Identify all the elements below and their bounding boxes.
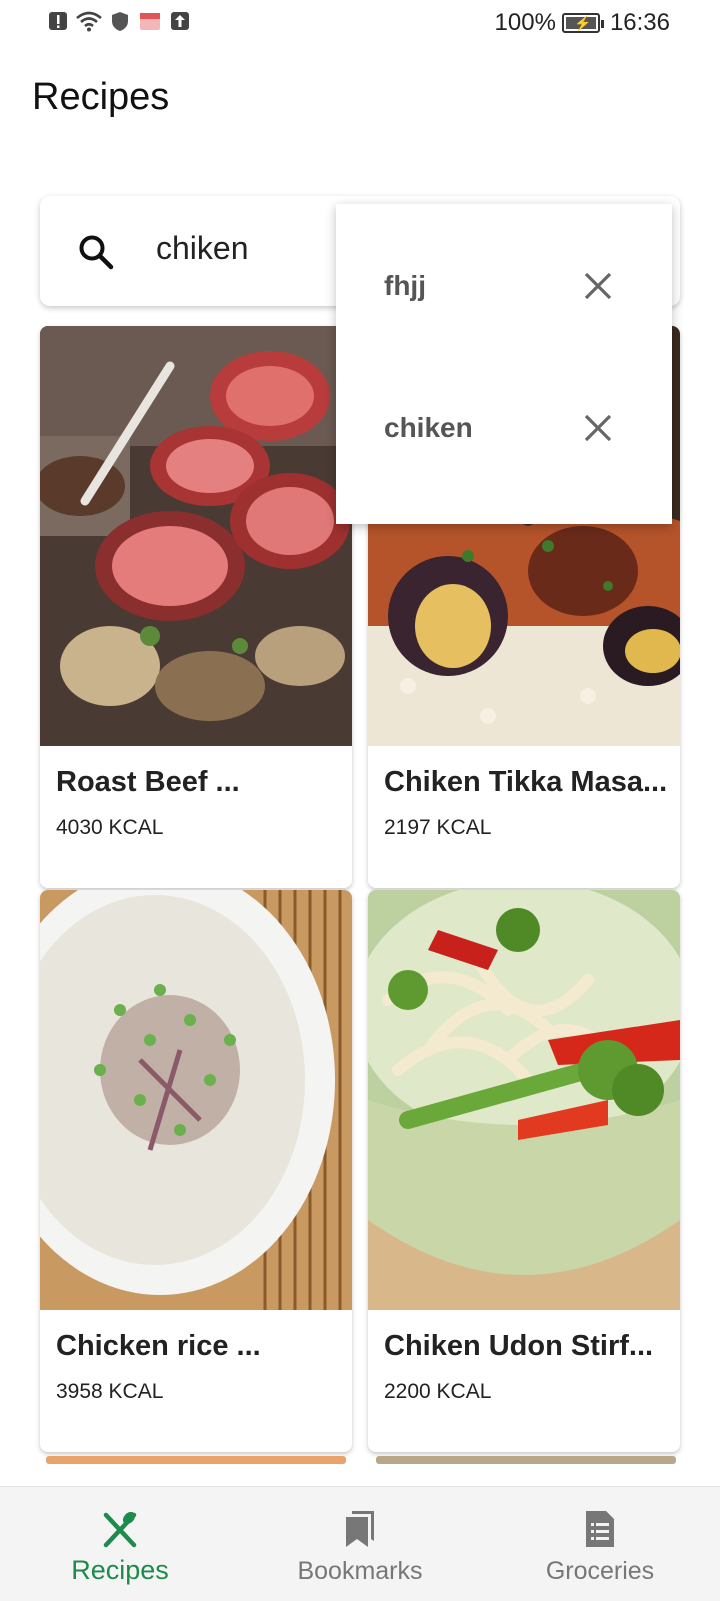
nav-groceries[interactable]: Groceries: [480, 1487, 720, 1601]
suggestion-item[interactable]: fhjj: [336, 248, 672, 328]
recipe-card-peek: [46, 1456, 346, 1464]
bottom-navigation: Recipes Bookmarks Groceries: [0, 1486, 720, 1601]
recipe-card-peek: [376, 1456, 676, 1464]
nav-label: Recipes: [71, 1555, 169, 1585]
bookmarks-icon: [346, 1511, 374, 1547]
recipe-name: Roast Beef ...: [56, 766, 240, 798]
close-icon[interactable]: [582, 412, 614, 444]
nav-label: Groceries: [545, 1557, 655, 1585]
search-input[interactable]: chiken: [156, 230, 249, 267]
fork-knife-icon: [103, 1511, 137, 1548]
suggestion-item[interactable]: chiken: [336, 390, 672, 470]
alert-icon: [49, 12, 67, 30]
recipe-name: Chiken Tikka Masa...: [384, 766, 668, 798]
clock: 16:36: [609, 9, 670, 36]
recipe-kcal: 2197 KCAL: [384, 816, 492, 839]
recipe-card[interactable]: Chicken rice ... 3958 KCAL: [40, 890, 352, 1452]
search-suggestions: fhjj chiken: [336, 204, 672, 524]
wifi-icon: [76, 11, 102, 32]
upload-icon: [171, 12, 189, 30]
recipe-image: [40, 326, 352, 746]
nav-bookmarks[interactable]: Bookmarks: [240, 1487, 480, 1601]
recipe-card[interactable]: Chiken Udon Stirf... 2200 KCAL: [368, 890, 680, 1452]
nav-label: Bookmarks: [297, 1557, 423, 1585]
list-icon: [586, 1511, 614, 1547]
search-icon[interactable]: [76, 232, 116, 272]
recipe-card[interactable]: Roast Beef ... 4030 KCAL: [40, 326, 352, 888]
battery-icon: ⚡: [561, 13, 604, 33]
close-icon[interactable]: [582, 270, 614, 302]
nav-recipes[interactable]: Recipes: [0, 1487, 240, 1601]
recipe-image: [40, 890, 352, 1310]
recipe-kcal: 3958 KCAL: [56, 1380, 164, 1403]
suggestion-label[interactable]: chiken: [384, 412, 473, 444]
recipe-kcal: 4030 KCAL: [56, 816, 164, 839]
shield-icon: [112, 12, 128, 31]
calendar-icon: [140, 13, 160, 30]
recipe-name: Chicken rice ...: [56, 1330, 261, 1362]
recipe-name: Chiken Udon Stirf...: [384, 1330, 654, 1362]
recipe-image: [368, 890, 680, 1310]
battery-percent: 100%: [494, 9, 556, 36]
status-bar: 100% ⚡ 16:36: [0, 0, 720, 46]
suggestion-label[interactable]: fhjj: [384, 270, 426, 302]
recipe-kcal: 2200 KCAL: [384, 1380, 492, 1403]
page-title: Recipes: [32, 76, 170, 118]
